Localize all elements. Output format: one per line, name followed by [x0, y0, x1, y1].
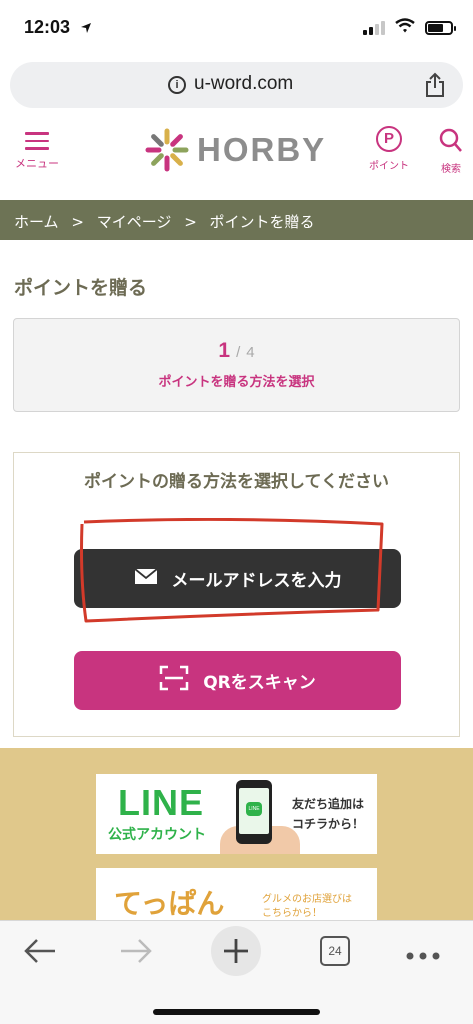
- breadcrumb: ホーム > マイページ > ポイントを贈る: [0, 200, 473, 240]
- sunburst-logo-icon: [145, 128, 189, 172]
- logo-text: HORBY: [197, 131, 327, 168]
- status-time: 12:03: [24, 17, 71, 37]
- breadcrumb-current: ポイントを贈る: [209, 213, 315, 231]
- breadcrumb-separator: >: [71, 213, 84, 231]
- step-indicator: 1 / 4 ポイントを贈る方法を選択: [13, 318, 460, 412]
- qr-scan-icon: [159, 665, 189, 696]
- horby-logo[interactable]: HORBY: [145, 128, 326, 172]
- line-app-icon: LINE: [246, 802, 262, 816]
- breadcrumb-separator: >: [184, 213, 197, 231]
- new-tab-button[interactable]: [211, 926, 261, 976]
- search-icon: [439, 128, 463, 158]
- plus-icon: [211, 926, 261, 976]
- banner-area: LINE 公式アカウント LINE 友だち追加は コチラから！ てっぱん グルメ…: [0, 748, 473, 928]
- scan-qr-label: QRをスキャン: [203, 673, 316, 693]
- status-icons: [363, 18, 456, 37]
- line-official-account-banner[interactable]: LINE 公式アカウント LINE 友だち追加は コチラから！: [96, 774, 377, 854]
- forward-arrow-icon[interactable]: [118, 937, 154, 969]
- tabs-count: 24: [320, 936, 350, 966]
- back-arrow-icon[interactable]: [22, 937, 58, 969]
- menu-label: メニュー: [15, 156, 59, 170]
- teppan-subtext-2: こちらから！: [262, 908, 322, 919]
- tabs-button[interactable]: 24: [320, 936, 350, 966]
- teppan-banner[interactable]: てっぱん グルメのお店選びは こちらから！: [96, 868, 377, 928]
- address-bar[interactable]: i u-word.com: [10, 62, 463, 108]
- method-heading: ポイントの贈る方法を選択してください: [84, 472, 389, 492]
- point-label: ポイント: [369, 161, 409, 172]
- location-arrow-icon: [80, 19, 92, 38]
- teppan-subtext-1: グルメのお店選びは: [262, 894, 352, 905]
- breadcrumb-mypage[interactable]: マイページ: [97, 213, 172, 231]
- page-title: ポイントを贈る: [14, 277, 148, 299]
- home-indicator: [153, 1009, 320, 1015]
- red-annotation-outline: [80, 518, 384, 623]
- teppan-logo: てっぱん: [114, 887, 225, 920]
- smartphone-icon: LINE: [236, 780, 272, 844]
- browser-toolbar: 24: [0, 920, 473, 1024]
- menu-button[interactable]: メニュー: [10, 132, 64, 171]
- step-current: 1: [218, 339, 231, 362]
- step-count: 1 / 4: [14, 339, 459, 363]
- line-banner-subtitle: 公式アカウント: [108, 827, 206, 843]
- breadcrumb-home[interactable]: ホーム: [14, 213, 59, 231]
- point-p-icon: P: [376, 126, 402, 152]
- url-text[interactable]: u-word.com: [194, 73, 293, 95]
- point-button[interactable]: P ポイント: [362, 126, 416, 172]
- search-label: 検索: [441, 164, 461, 175]
- hamburger-icon: [10, 132, 64, 150]
- step-label: ポイントを贈る方法を選択: [158, 375, 315, 390]
- line-banner-text-2: コチラから！: [292, 817, 365, 831]
- info-icon[interactable]: i: [168, 76, 186, 94]
- line-banner-text-1: 友だち追加は: [292, 797, 365, 811]
- share-icon[interactable]: [425, 72, 445, 102]
- site-header: メニュー HORBY P ポイント 検索: [0, 116, 473, 200]
- scan-qr-button[interactable]: QRをスキャン: [74, 651, 401, 710]
- more-options-icon[interactable]: [405, 946, 441, 965]
- step-separator: /: [236, 344, 241, 361]
- battery-icon: [425, 20, 456, 35]
- line-banner-title: LINE: [118, 782, 205, 823]
- search-button[interactable]: 検索: [430, 128, 472, 175]
- step-total: 4: [246, 344, 255, 361]
- wifi-icon: [395, 18, 415, 37]
- status-bar: 12:03: [0, 0, 473, 56]
- cellular-signal-icon: [363, 20, 385, 35]
